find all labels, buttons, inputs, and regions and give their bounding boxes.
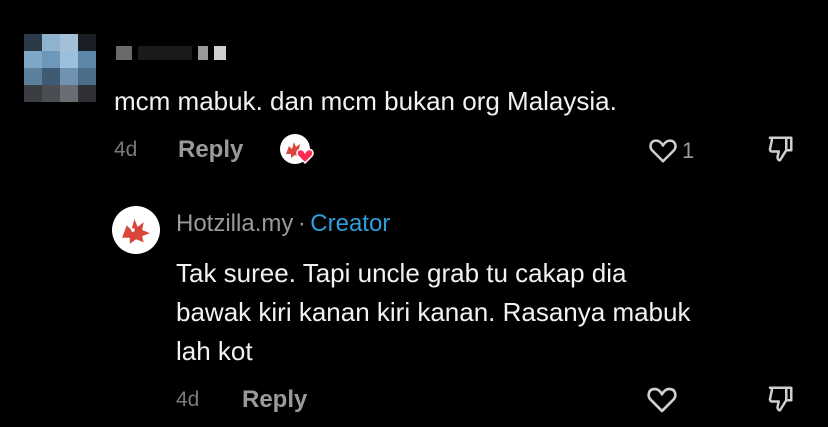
creator-badge: Creator — [310, 210, 391, 237]
comment-dislike-button[interactable] — [764, 134, 796, 164]
reply-text: Tak suree. Tapi uncle grab tu cakap dia … — [176, 254, 690, 371]
thumbs-down-icon[interactable] — [764, 134, 796, 164]
reply-text-line: lah kot — [176, 336, 253, 366]
commenter-avatar-pixelated[interactable] — [24, 34, 96, 102]
creator-liked-badge — [280, 134, 316, 166]
comment-like-count: 1 — [682, 138, 695, 163]
reply-timestamp: 4d — [176, 388, 200, 411]
comment-reply-button[interactable]: Reply — [178, 136, 243, 164]
heart-outline-icon[interactable] — [646, 384, 678, 414]
separator-dot: · — [297, 210, 306, 237]
creator-avatar[interactable] — [112, 206, 160, 254]
mascot-avatar-icon — [122, 219, 150, 244]
comment-timestamp: 4d — [114, 138, 138, 161]
comment-text: mcm mabuk. dan mcm bukan org Malaysia. — [114, 86, 617, 116]
reply-header: Hotzilla.my · Creator — [176, 210, 390, 238]
reply-like-button[interactable] — [646, 384, 678, 414]
heart-badge-icon — [296, 147, 314, 164]
reply-text-line: bawak kiri kanan kiri kanan. Rasanya mab… — [176, 297, 691, 327]
comment-like-button[interactable] — [648, 136, 678, 164]
reply-reply-button[interactable]: Reply — [242, 386, 307, 414]
commenter-username-blurred[interactable] — [116, 46, 226, 60]
reply-dislike-button[interactable] — [764, 384, 796, 414]
reply-username[interactable]: Hotzilla.my — [176, 210, 293, 237]
heart-outline-icon[interactable] — [648, 136, 678, 164]
reply-text-line: Tak suree. Tapi uncle grab tu cakap dia — [176, 258, 627, 288]
thumbs-down-icon[interactable] — [764, 384, 796, 414]
